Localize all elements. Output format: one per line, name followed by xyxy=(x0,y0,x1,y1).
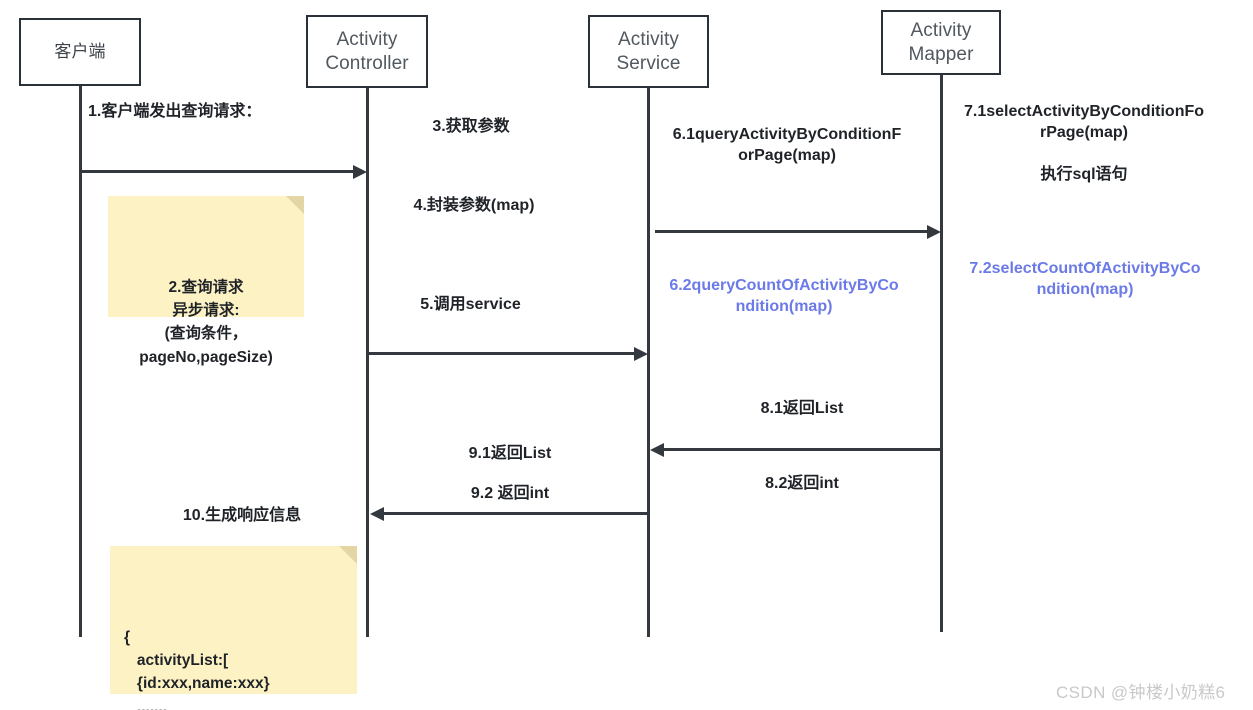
participant-activity-service-label: Activity Service xyxy=(616,29,681,74)
label-message-8-1: 8.1返回List xyxy=(760,400,844,417)
arrow-message-1 xyxy=(81,170,360,173)
label-message-6-1: 6.1queryActivityByConditionF orPage(map) xyxy=(672,126,902,165)
label-message-7-1-sql: 执行sql语句 xyxy=(1040,166,1128,183)
note-fold-corner-icon xyxy=(286,196,304,214)
note-response-json[interactable]: { activityList:[ {id:xxx,name:xxx} .....… xyxy=(110,546,357,710)
label-message-5: 5.调用service xyxy=(420,296,521,313)
participant-activity-controller-label: Activity Controller xyxy=(325,29,409,74)
participant-activity-service[interactable]: Activity Service xyxy=(588,15,709,88)
arrow-head-message-9-2 xyxy=(370,506,384,521)
arrow-head-message-1 xyxy=(353,164,367,179)
sequence-diagram-canvas: 客户端 Activity Controller Activity Service… xyxy=(0,0,1253,710)
lifeline-activity-mapper xyxy=(940,75,943,632)
arrow-head-message-6-1 xyxy=(927,224,941,239)
note-fold-corner-icon xyxy=(339,546,357,564)
arrow-head-message-5 xyxy=(634,346,648,361)
label-message-9-1: 9.1返回List xyxy=(468,445,552,462)
participant-client-label: 客户端 xyxy=(54,41,106,61)
participant-activity-mapper-label: Activity Mapper xyxy=(908,20,974,65)
label-message-7-1: 7.1selectActivityByConditionFo rPage(map… xyxy=(963,103,1205,142)
arrow-message-5 xyxy=(369,352,641,355)
label-message-10: 10.生成响应信息 xyxy=(182,507,302,524)
note-response-json-text: { activityList:[ {id:xxx,name:xxx} .....… xyxy=(124,628,270,710)
label-message-3: 3.获取参数 xyxy=(432,118,510,135)
label-message-4: 4.封装参数(map) xyxy=(413,197,535,214)
arrow-message-6-1 xyxy=(655,230,927,233)
label-message-8-2: 8.2返回int xyxy=(765,475,839,492)
lifeline-activity-service xyxy=(647,88,650,637)
label-message-7-2: 7.2selectCountOfActivityByCo ndition(map… xyxy=(969,260,1201,299)
lifeline-client xyxy=(79,86,82,637)
participant-activity-mapper[interactable]: Activity Mapper xyxy=(881,10,1001,75)
note-query-request-text: 2.查询请求 异步请求: (查询条件， pageNo,pageSize) xyxy=(139,278,273,366)
participant-client[interactable]: 客户端 xyxy=(19,18,141,86)
arrow-message-9-2 xyxy=(383,512,648,515)
arrow-message-8-1 xyxy=(663,448,941,451)
arrow-head-message-8-1 xyxy=(650,442,664,457)
note-query-request[interactable]: 2.查询请求 异步请求: (查询条件， pageNo,pageSize) xyxy=(108,196,304,366)
label-message-1: 1.客户端发出查询请求： xyxy=(88,103,262,120)
label-message-9-2: 9.2 返回int xyxy=(470,485,550,502)
watermark-csdn: CSDN @钟楼小奶糕6 xyxy=(1056,683,1226,702)
participant-activity-controller[interactable]: Activity Controller xyxy=(306,15,428,88)
label-message-6-2: 6.2queryCountOfActivityByCo ndition(map) xyxy=(669,277,899,316)
